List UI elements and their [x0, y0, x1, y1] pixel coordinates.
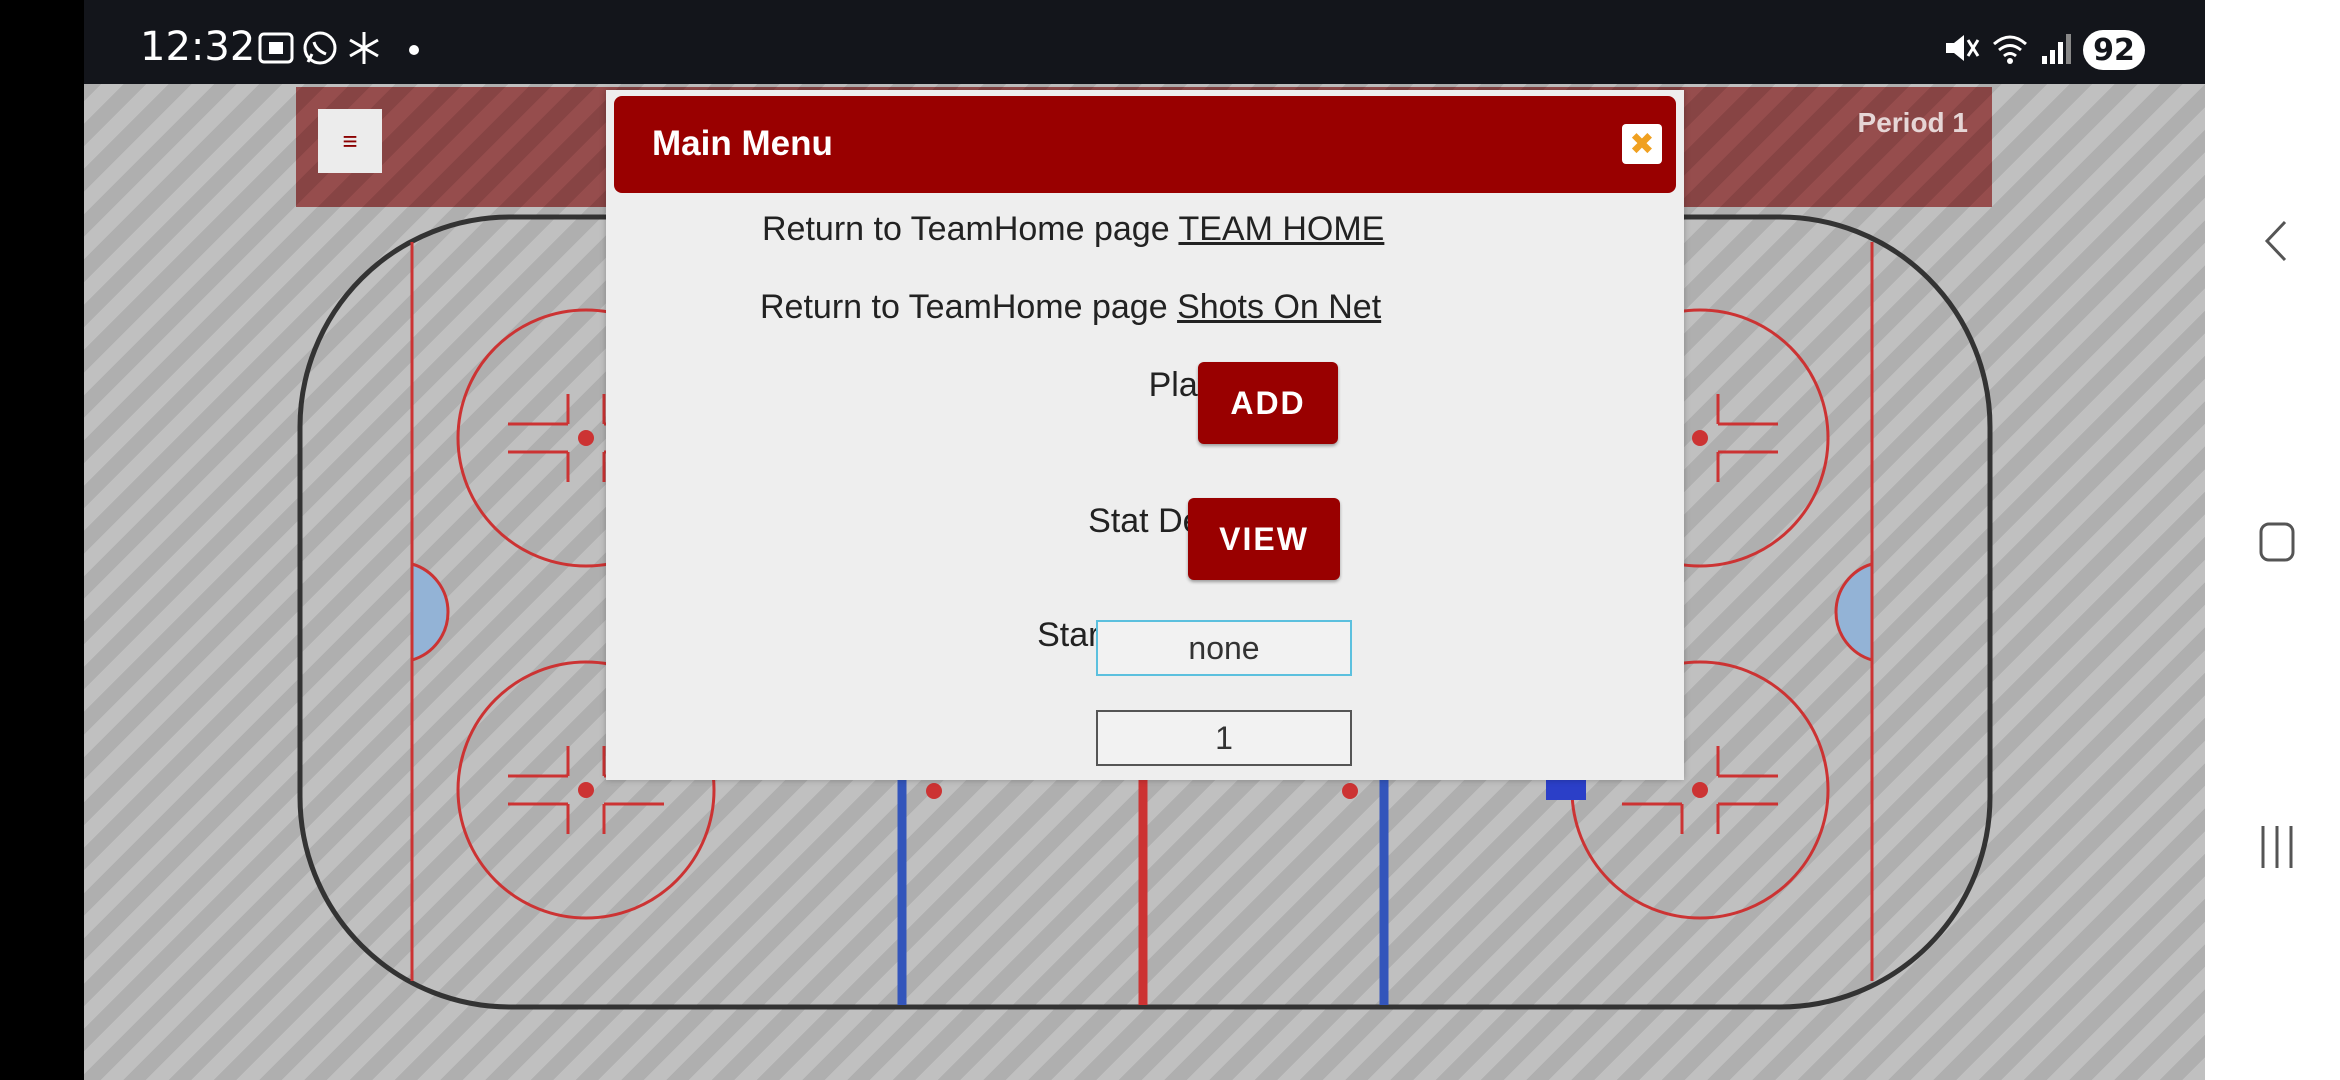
battery-indicator: 92	[2083, 30, 2145, 70]
snowflake-icon	[349, 32, 379, 64]
add-players-button[interactable]: ADD	[1198, 362, 1338, 444]
wifi-icon	[1993, 35, 2027, 64]
back-icon[interactable]	[2257, 216, 2297, 266]
shots-on-net-link[interactable]: Shots On Net	[1177, 288, 1381, 326]
signal-icon	[2042, 34, 2071, 64]
team-home-link[interactable]: TEAM HOME	[1178, 210, 1384, 248]
neutral-dot-right	[1342, 783, 1358, 799]
close-button[interactable]: ✖	[1622, 124, 1662, 164]
mute-icon	[1946, 35, 1980, 61]
shots-row: Return to TeamHome page Shots On Net	[760, 288, 1381, 327]
whatsapp-icon	[303, 31, 337, 65]
status-bar: 12:32 92	[84, 0, 2205, 84]
main-menu-modal: Main Menu ✖ Return to TeamHome page TEAM…	[606, 90, 1684, 780]
neutral-dot-left	[926, 783, 942, 799]
goal-crease-left	[410, 561, 450, 663]
clock: 12:32	[140, 24, 256, 70]
dot-icon	[409, 45, 419, 55]
modal-header: Main Menu ✖	[614, 96, 1676, 193]
teamhome-row: Return to TeamHome page TEAM HOME	[762, 210, 1384, 249]
shots-text: Return to TeamHome page	[760, 288, 1168, 326]
teamhome-text: Return to TeamHome page	[762, 210, 1170, 248]
screenshot-icon	[258, 32, 294, 64]
goal-crease-right	[1834, 561, 1874, 663]
recents-icon[interactable]	[2257, 822, 2297, 872]
navigation-bar	[2205, 0, 2340, 1080]
period-input[interactable]: 1	[1096, 710, 1352, 766]
view-stats-button[interactable]: VIEW	[1188, 498, 1340, 580]
home-icon[interactable]	[2257, 518, 2297, 568]
modal-title: Main Menu	[652, 124, 833, 163]
starting-goalie-select[interactable]: none	[1096, 620, 1352, 676]
